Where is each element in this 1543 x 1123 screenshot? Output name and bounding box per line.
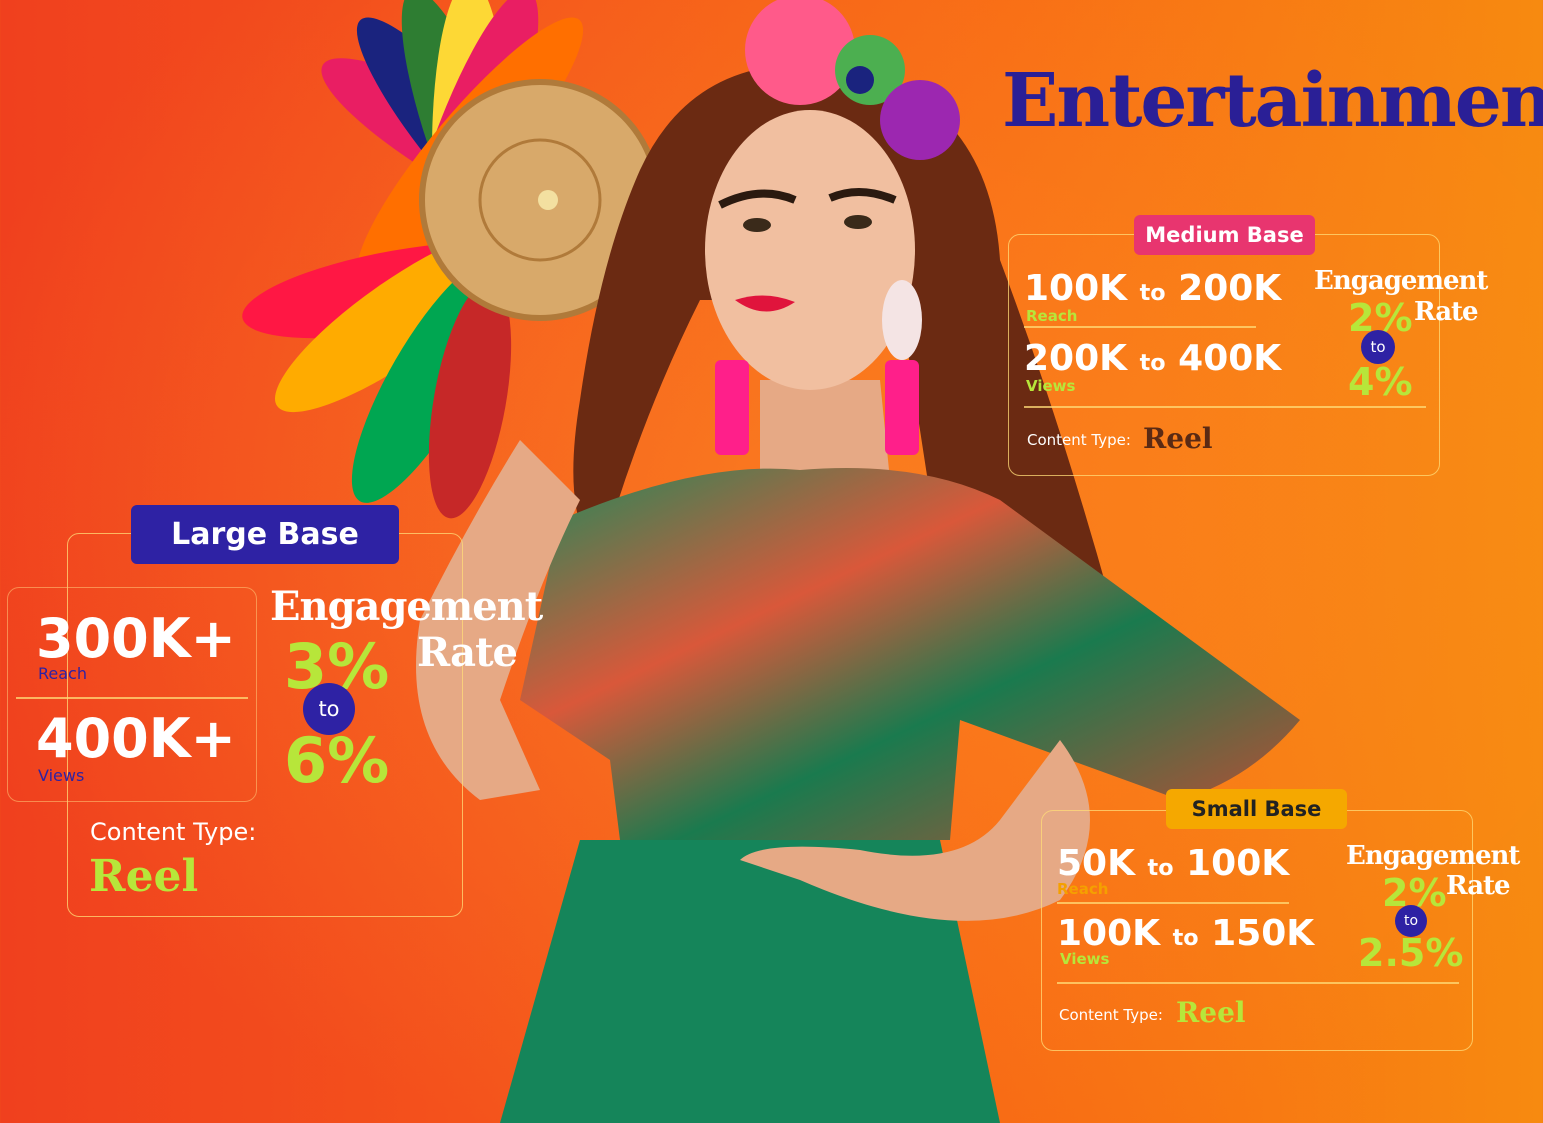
medium-rate-max: 4%	[1348, 360, 1413, 404]
medium-engagement-word: Engagement	[1314, 266, 1488, 296]
medium-divider-1	[1024, 326, 1256, 328]
small-divider-2	[1057, 982, 1459, 984]
small-content-type-value: Reel	[1176, 996, 1246, 1029]
small-reach-sep: to	[1147, 855, 1174, 881]
small-views-from: 100K	[1057, 913, 1161, 954]
large-views-value: 400K+	[36, 707, 236, 770]
small-reach-to: 100K	[1186, 843, 1290, 884]
small-divider-1	[1057, 902, 1289, 904]
medium-views-sep: to	[1139, 350, 1166, 376]
large-base-badge: Large Base	[131, 505, 399, 564]
large-reach-label: Reach	[38, 664, 87, 683]
small-reach-label: Reach	[1057, 880, 1109, 898]
small-views-label: Views	[1060, 950, 1110, 968]
small-views-range: 100K to 150K	[1057, 913, 1314, 954]
medium-content-type-value: Reel	[1143, 422, 1213, 455]
medium-views-label: Views	[1026, 377, 1076, 395]
page-title: Entertainment	[1002, 58, 1543, 144]
medium-reach-to: 200K	[1178, 268, 1282, 309]
large-content-type-label: Content Type:	[90, 818, 257, 846]
medium-views-from: 200K	[1024, 338, 1128, 379]
small-base-badge: Small Base	[1166, 789, 1347, 829]
medium-rate-word: Rate	[1414, 297, 1479, 327]
large-rate-word: Rate	[417, 629, 518, 676]
medium-views-to: 400K	[1178, 338, 1282, 379]
medium-rate-sep: to	[1361, 330, 1395, 364]
medium-divider-2	[1024, 406, 1426, 408]
small-rate-word: Rate	[1446, 871, 1511, 901]
large-divider	[16, 697, 248, 699]
face	[705, 110, 915, 390]
medium-views-range: 200K to 400K	[1024, 338, 1281, 379]
large-rate-max: 6%	[284, 724, 390, 797]
medium-reach-range: 100K to 200K	[1024, 268, 1281, 309]
small-views-sep: to	[1172, 925, 1199, 951]
large-views-label: Views	[38, 766, 85, 785]
large-content-type-value: Reel	[89, 851, 199, 902]
small-reach-range: 50K to 100K	[1057, 843, 1289, 884]
medium-base-badge: Medium Base	[1134, 215, 1315, 255]
medium-content-type-label: Content Type:	[1027, 431, 1131, 449]
medium-reach-label: Reach	[1026, 307, 1078, 325]
small-reach-from: 50K	[1057, 843, 1135, 884]
medium-reach-from: 100K	[1024, 268, 1128, 309]
large-reach-value: 300K+	[36, 607, 236, 670]
small-rate-max: 2.5%	[1358, 931, 1464, 975]
small-views-to: 150K	[1211, 913, 1315, 954]
large-engagement-word: Engagement	[270, 583, 543, 630]
medium-reach-sep: to	[1139, 280, 1166, 306]
small-content-type-label: Content Type:	[1059, 1006, 1163, 1024]
small-engagement-word: Engagement	[1346, 841, 1520, 871]
